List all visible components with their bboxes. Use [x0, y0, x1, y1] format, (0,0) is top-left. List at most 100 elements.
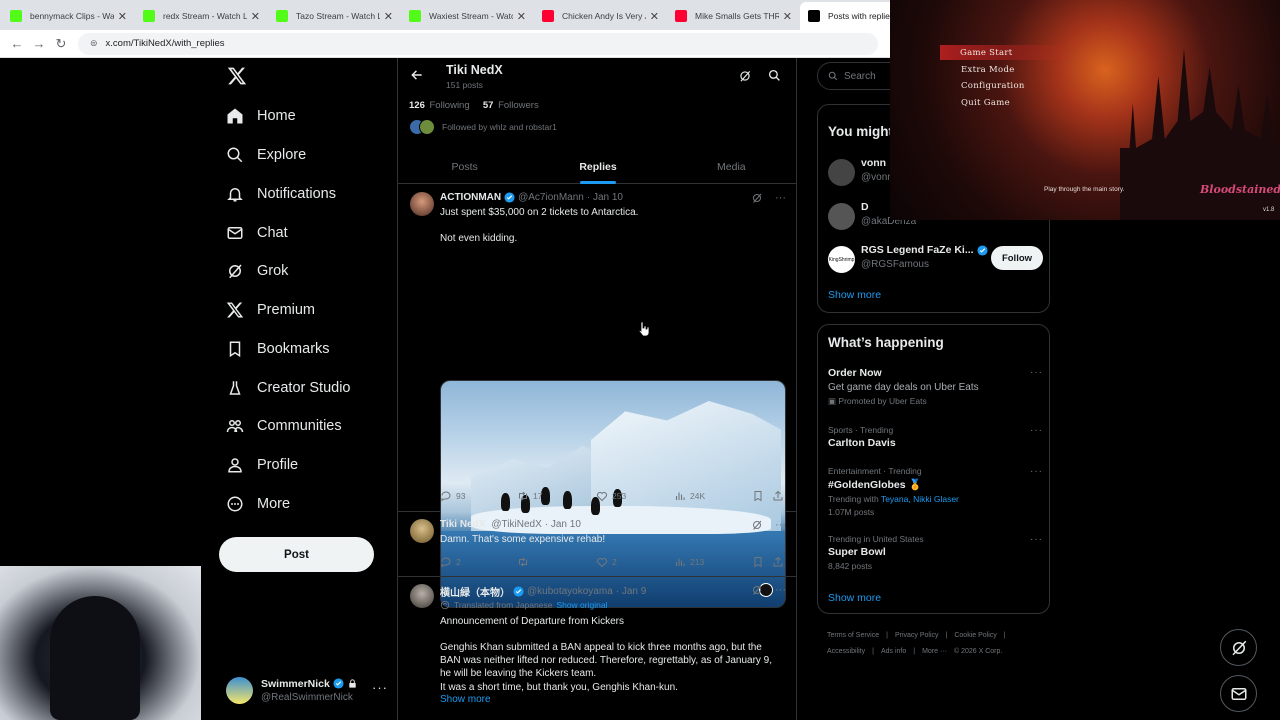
share-button[interactable]: [772, 490, 784, 502]
nav-chat[interactable]: Chat: [226, 218, 288, 248]
tweet-actions: 93 17 253 24K: [440, 490, 786, 504]
close-tab-icon[interactable]: ✕: [650, 10, 659, 23]
browser-tab[interactable]: Mike Smalls Gets THRO ✕: [667, 2, 800, 30]
hand-cursor-icon: [638, 321, 650, 337]
profile-tabs: Posts Replies Media: [398, 150, 796, 184]
nav-profile[interactable]: Profile: [226, 450, 298, 480]
bookmark-button[interactable]: [752, 556, 764, 568]
browser-tab[interactable]: Waxiest Stream - Watch ✕: [401, 2, 534, 30]
home-icon: [227, 108, 243, 124]
follow-button[interactable]: Follow: [991, 246, 1043, 270]
grok-floating-button[interactable]: [1220, 629, 1257, 666]
trend-item[interactable]: Entertainment · Trending #GoldenGlobes 🏅…: [828, 466, 1043, 517]
browser-tab[interactable]: redx Stream - Watch Liv ✕: [135, 2, 268, 30]
tab-posts[interactable]: Posts: [398, 150, 531, 183]
more-dots-icon[interactable]: ···: [1030, 425, 1043, 436]
avatar[interactable]: [410, 584, 434, 608]
show-original-link[interactable]: Show original: [556, 600, 607, 610]
youtube-favicon-icon: [542, 10, 554, 22]
more-dots-icon[interactable]: ···: [775, 584, 786, 596]
grok-icon[interactable]: [751, 584, 763, 596]
account-switcher[interactable]: SwimmerNick @RealSwimmerNick ···: [226, 674, 396, 706]
like-button[interactable]: 253: [596, 490, 626, 502]
nav-creator-studio[interactable]: Creator Studio: [226, 373, 351, 403]
browser-tab[interactable]: Chicken Andy Is Very Je ✕: [534, 2, 667, 30]
avatar[interactable]: [410, 519, 434, 543]
flask-icon: [229, 381, 241, 395]
trend-item[interactable]: Trending in United States Super Bowl 8,8…: [828, 534, 1043, 571]
grok-icon[interactable]: [738, 69, 752, 83]
trend-item[interactable]: Order Now Get game day deals on Uber Eat…: [828, 367, 1043, 407]
more-dots-icon[interactable]: ···: [1030, 534, 1043, 545]
followers-link[interactable]: 57 Followers: [483, 100, 539, 111]
nav-premium[interactable]: Premium: [226, 295, 315, 325]
tweet[interactable]: ACTIONMAN @Ac7ionMann · Jan 10 ··· Just …: [398, 184, 796, 608]
back-arrow-icon[interactable]: [410, 68, 424, 82]
avatar: [226, 676, 253, 704]
search-icon[interactable]: [768, 69, 781, 82]
more-dots-icon[interactable]: ···: [1030, 367, 1043, 378]
avatar[interactable]: [410, 192, 434, 216]
avatar: [828, 159, 855, 186]
browser-tab[interactable]: Tazo Stream - Watch Liv ✕: [268, 2, 401, 30]
back-arrow-icon[interactable]: ←: [6, 33, 28, 55]
nav-notifications[interactable]: Notifications: [226, 179, 336, 209]
url-input[interactable]: ⊜ x.com/TikiNedX/with_replies: [78, 32, 878, 55]
show-more-link[interactable]: Show more: [440, 694, 491, 705]
tweet[interactable]: Tiki NedX @TikiNedX · Jan 10 ··· Damn. T…: [398, 513, 796, 577]
more-dots-icon[interactable]: ···: [372, 680, 388, 695]
views-button[interactable]: 213: [674, 556, 704, 568]
close-tab-icon[interactable]: ✕: [251, 10, 260, 23]
views-button[interactable]: 24K: [674, 490, 705, 502]
site-info-icon[interactable]: ⊜: [90, 38, 98, 49]
messages-floating-button[interactable]: [1220, 675, 1257, 712]
nav-bookmarks[interactable]: Bookmarks: [226, 334, 330, 364]
browser-tab[interactable]: bennymack Clips - Watc ✕: [2, 2, 135, 30]
verified-badge-icon: [513, 586, 524, 597]
close-tab-icon[interactable]: ✕: [517, 10, 526, 23]
heart-icon: [597, 492, 607, 502]
reply-button[interactable]: 93: [440, 490, 465, 502]
x-icon: [226, 302, 244, 318]
share-button[interactable]: [772, 556, 784, 568]
close-tab-icon[interactable]: ✕: [384, 10, 393, 23]
show-more-link[interactable]: Show more: [828, 592, 881, 604]
more-dots-icon[interactable]: ···: [775, 519, 786, 531]
avatar: [828, 203, 855, 230]
tab-media[interactable]: Media: [665, 150, 796, 183]
grok-icon: [229, 264, 242, 279]
forward-arrow-icon[interactable]: →: [28, 33, 50, 55]
grok-icon[interactable]: [751, 192, 763, 204]
tab-replies[interactable]: Replies: [531, 150, 664, 184]
nav-communities[interactable]: Communities: [226, 411, 342, 441]
verified-badge-icon: [504, 192, 515, 203]
bookmark-icon: [754, 491, 762, 502]
more-dots-icon[interactable]: ···: [1030, 466, 1043, 477]
nav-more[interactable]: More: [226, 489, 290, 519]
nav-explore[interactable]: Explore: [226, 140, 306, 170]
close-tab-icon[interactable]: ✕: [118, 10, 127, 23]
x-logo-icon[interactable]: [227, 66, 247, 86]
game-logo: Bloodstained: [1200, 183, 1280, 196]
reply-button[interactable]: 2: [440, 556, 461, 568]
verified-badge-icon: [977, 244, 988, 256]
nav-home[interactable]: Home: [226, 101, 296, 131]
nav-grok[interactable]: Grok: [226, 256, 288, 286]
translate-icon: [440, 600, 450, 610]
followed-by[interactable]: Followed by whlz and robstar1: [409, 119, 557, 135]
retweet-button[interactable]: [517, 556, 529, 568]
more-dots-icon[interactable]: ···: [775, 192, 786, 204]
bookmark-button[interactable]: [752, 490, 764, 502]
tweet[interactable]: 横山緑（本物） @kubotayokoyama · Jan 9 ··· Tran…: [398, 578, 796, 720]
trend-item[interactable]: Sports · Trending Carlton Davis ···: [828, 425, 1043, 449]
following-link[interactable]: 126 Following: [409, 100, 470, 111]
reload-icon[interactable]: ↻: [50, 33, 72, 55]
ad-icon: ▣: [828, 396, 837, 406]
show-more-link[interactable]: Show more: [828, 289, 881, 301]
follow-suggestion[interactable]: KingShrimp RGS Legend FaZe Ki... @RGSFam…: [828, 244, 1043, 278]
retweet-button[interactable]: 17: [517, 490, 542, 502]
close-tab-icon[interactable]: ✕: [783, 10, 792, 23]
like-button[interactable]: 2: [596, 556, 617, 568]
grok-icon[interactable]: [751, 519, 763, 531]
post-button[interactable]: Post: [219, 537, 374, 572]
